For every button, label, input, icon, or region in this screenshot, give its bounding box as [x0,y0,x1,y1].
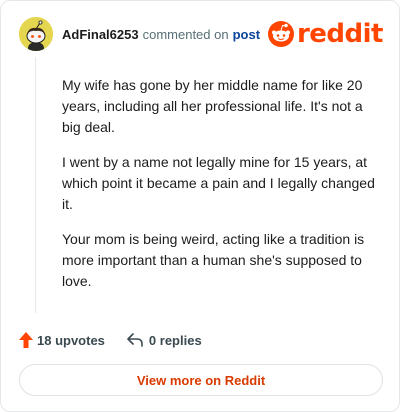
comment-paragraph: Your mom is being weird, acting like a t… [62,231,365,289]
thread-line [35,57,36,313]
upvotes-count: 18 upvotes [37,332,105,348]
comment-paragraph: I went by a name not legally mine for 15… [62,154,375,212]
comment-footer: 18 upvotes 0 replies [19,329,202,351]
comment-embed-card: AdFinal6253 commented on post reddit My … [0,0,400,412]
post-link[interactable]: post [233,27,260,42]
action-text: commented on [142,26,229,42]
replies-button[interactable]: 0 replies [127,333,202,348]
view-more-button[interactable]: View more on Reddit [19,364,383,396]
upvote-button[interactable]: 18 upvotes [19,332,105,348]
reply-arrow-icon [127,333,143,347]
snoo-avatar-icon [19,17,53,51]
username[interactable]: AdFinal6253 [62,27,139,42]
avatar[interactable] [19,17,53,51]
replies-count: 0 replies [148,332,202,348]
reddit-logo[interactable]: reddit [267,17,384,51]
reddit-snoo-icon [267,21,294,47]
comment-byline: AdFinal6253 commented on post [62,27,260,42]
comment-body: My wife has gone by her middle name for … [62,75,382,306]
comment-header: AdFinal6253 commented on post reddit [19,16,384,52]
upvote-arrow-icon [19,332,33,348]
reddit-wordmark: reddit [296,19,384,49]
comment-paragraph: My wife has gone by her middle name for … [62,77,363,135]
